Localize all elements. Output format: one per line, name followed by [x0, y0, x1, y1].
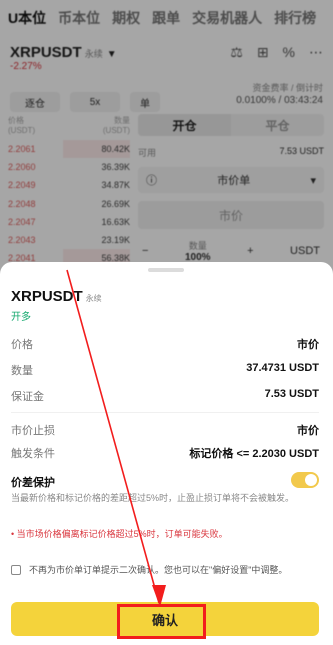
price-protection-toggle[interactable]	[291, 472, 319, 488]
price-protection-desc: 当最新价格和标记价格的差距超过5%时，止盈止损订单将不会被触发。	[11, 493, 295, 503]
row-label: 市价止损	[11, 425, 55, 437]
sheet-handle[interactable]	[148, 268, 184, 272]
price-protection-title: 价差保护	[11, 477, 55, 489]
row-value: 标记价格 <= 2.2030 USDT	[189, 448, 319, 460]
sheet-title: XRPUSDT 永续	[11, 288, 102, 305]
row-value: 37.4731 USDT	[246, 362, 319, 374]
row-margin: 保证金 7.53 USDT	[11, 388, 319, 404]
row-label: 价格	[11, 339, 33, 351]
row-trigger: 触发条件 标记价格 <= 2.2030 USDT	[11, 445, 319, 461]
row-label: 保证金	[11, 391, 44, 403]
row-price: 价格 市价	[11, 336, 319, 352]
confirm-highlight-box	[117, 604, 206, 639]
row-label: 触发条件	[11, 448, 55, 460]
row-value: 7.53 USDT	[264, 388, 319, 400]
divider	[11, 412, 319, 413]
deviation-warning: • 当市场价格偏离标记价格超过5%时，订单可能失败。	[11, 529, 228, 539]
sheet-pair: XRPUSDT	[11, 288, 83, 305]
skip-confirm-text: 不再为市价单订单提示二次确认。您也可以在"偏好设置"中调整。	[29, 565, 288, 575]
row-label: 数量	[11, 365, 33, 377]
sheet-pair-type: 永续	[85, 294, 102, 303]
row-value: 市价	[297, 425, 319, 437]
row-quantity: 数量 37.4731 USDT	[11, 362, 319, 378]
row-stop-loss: 市价止损 市价	[11, 422, 319, 438]
skip-confirm-checkbox[interactable]	[11, 565, 21, 575]
order-confirm-sheet: XRPUSDT 永续 开多 价格 市价 数量 37.4731 USDT 保证金 7…	[0, 262, 333, 645]
skip-confirm-option[interactable]: 不再为市价单订单提示二次确认。您也可以在"偏好设置"中调整。	[11, 564, 311, 576]
order-side: 开多	[11, 312, 31, 323]
row-value: 市价	[297, 339, 319, 351]
